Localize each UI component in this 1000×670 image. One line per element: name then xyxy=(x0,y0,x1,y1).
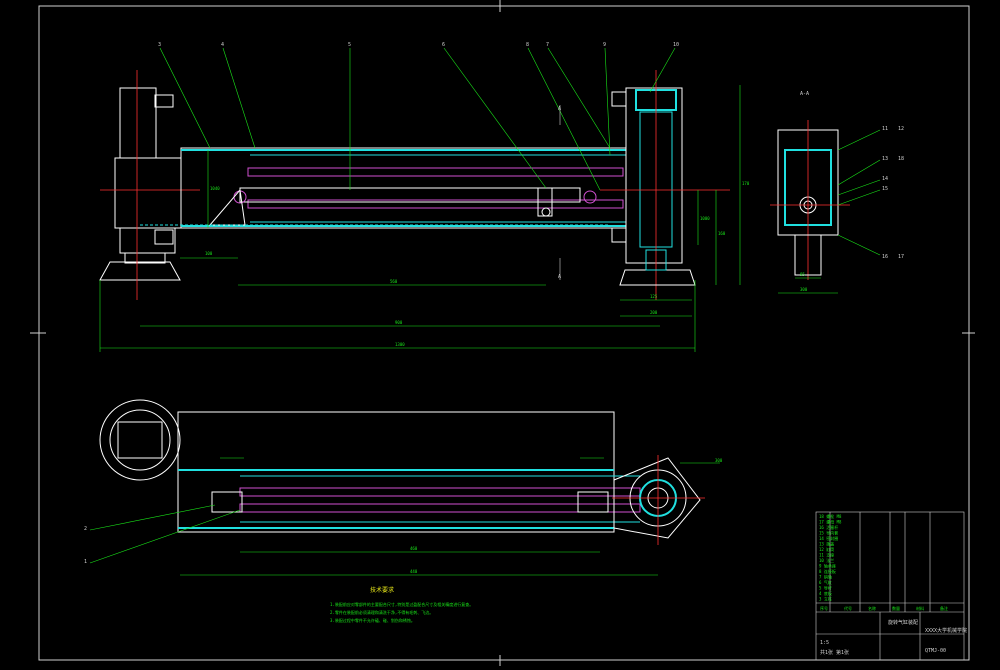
dim-d11: 1000 xyxy=(700,216,710,221)
dimension-lines xyxy=(99,85,741,352)
leader-lines xyxy=(159,47,676,191)
parts-row: 12 缸筒 xyxy=(819,546,834,552)
callout-16: 16 xyxy=(882,254,888,260)
parts-row: 17 螺母 M8 xyxy=(819,519,842,525)
parts-row: 5 导杆 xyxy=(819,585,832,591)
plan-callout-2: 2 xyxy=(84,526,87,532)
parts-header-5: 备注 xyxy=(940,605,948,611)
guide-rod-lower xyxy=(247,199,624,209)
drawing-scale: 1:5 xyxy=(820,640,829,646)
callout-9: 9 xyxy=(603,42,606,48)
left-base-foot xyxy=(99,261,181,281)
callout-8: 8 xyxy=(526,42,529,48)
parts-row: 8 连接板 xyxy=(819,568,836,574)
front-view xyxy=(99,47,741,352)
callout-18: 18 xyxy=(898,156,904,162)
dim-d8: 200 xyxy=(650,310,658,315)
dim-d3: 900 xyxy=(395,320,403,325)
parts-row: 10 法兰 xyxy=(819,557,834,563)
parts-row: 4 底板 xyxy=(819,590,832,596)
parts-row: 15 导向套 xyxy=(819,530,838,536)
left-flange-circle xyxy=(99,399,181,481)
callout-17: 17 xyxy=(898,254,904,260)
section-mark-bottom: A xyxy=(558,274,561,280)
callout-10: 10 xyxy=(673,42,679,48)
dim-d10: 160 xyxy=(718,231,726,236)
drawing-name: 旋转气缸装配 xyxy=(888,619,918,626)
dim-d6: 440 xyxy=(410,569,418,574)
parts-header-2: 名称 xyxy=(868,605,876,611)
parts-row: 7 销轴 xyxy=(819,574,832,580)
callout-13: 13 xyxy=(882,156,888,162)
dim-d12: 1040 xyxy=(210,186,220,191)
parts-row: 6 气缸 xyxy=(819,579,832,585)
parts-header-4: 材料 xyxy=(916,605,924,611)
parts-header-1: 代号 xyxy=(844,605,852,611)
section-view-title: A-A xyxy=(800,91,809,97)
callout-4: 4 xyxy=(221,42,224,48)
plan-view xyxy=(89,399,720,576)
parts-row: 13 端盖 xyxy=(819,541,834,547)
callout-11: 11 xyxy=(882,126,888,132)
callout-12: 12 xyxy=(898,126,904,132)
parts-row: 11 支座 xyxy=(819,552,834,558)
parts-row: 16 活塞杆 xyxy=(819,524,838,530)
plan-beam xyxy=(177,411,615,533)
callout-7: 7 xyxy=(546,42,549,48)
cad-drawing-viewport[interactable]: 3 4 5 6 8 7 9 10 11 12 13 14 15 16 17 18 A A A-A 100 560 900 1… xyxy=(0,0,1000,666)
guide-rod-upper xyxy=(247,167,624,177)
callout-3: 3 xyxy=(158,42,161,48)
notes-line: 1.装配前应对零部件的主要配合尺寸,特别是过盈配合尺寸及相关精度进行复查。 xyxy=(330,601,473,607)
dim-d9: 170 xyxy=(742,181,750,186)
right-housing xyxy=(625,87,683,264)
callout-6: 6 xyxy=(442,42,445,48)
right-base-foot xyxy=(619,269,696,286)
notes-title: 技术要求 xyxy=(370,586,394,594)
plan-dim-300: 300 xyxy=(715,458,723,463)
parts-row: 18 螺栓 M8 xyxy=(819,513,842,519)
callout-5: 5 xyxy=(348,42,351,48)
dim-d1: 100 xyxy=(205,251,213,256)
section-view xyxy=(770,120,881,294)
parts-row: 3 立柱 xyxy=(819,596,832,602)
callout-14: 14 xyxy=(882,176,888,182)
dim-d4: 1300 xyxy=(395,342,405,347)
parts-row: 14 密封圈 xyxy=(819,535,838,541)
drawing-canvas: 3 4 5 6 8 7 9 1011 1213141516 1718AAA-A1005609001… xyxy=(30,0,975,666)
left-column-top xyxy=(119,87,157,159)
parts-header-0: 序号 xyxy=(820,605,828,611)
notes-line: 3.装配过程中零件不允许磕、碰、划伤和锈蚀。 xyxy=(330,617,415,623)
sheet-count: 共1张 第1张 xyxy=(820,649,849,656)
dim-d2: 560 xyxy=(390,279,398,284)
notes-line: 2.零件在装配前必须清理和清洗干净,不得有毛刺、飞边。 xyxy=(330,609,433,615)
dim-d7: 125 xyxy=(650,294,658,299)
section-mark-top: A xyxy=(558,106,561,112)
callout-15: 15 xyxy=(882,186,888,192)
dim-d5: 460 xyxy=(410,546,418,551)
drawing-number: QTMJ-00 xyxy=(925,648,946,654)
parts-row: 9 轴承座 xyxy=(819,563,836,569)
dim-d14: 300 xyxy=(800,287,808,292)
company-name: XXXX大学机械学院 xyxy=(925,627,967,634)
parts-header-3: 数量 xyxy=(892,605,900,611)
plan-callout-1: 1 xyxy=(84,559,87,565)
dim-d13: 95 xyxy=(800,272,805,277)
